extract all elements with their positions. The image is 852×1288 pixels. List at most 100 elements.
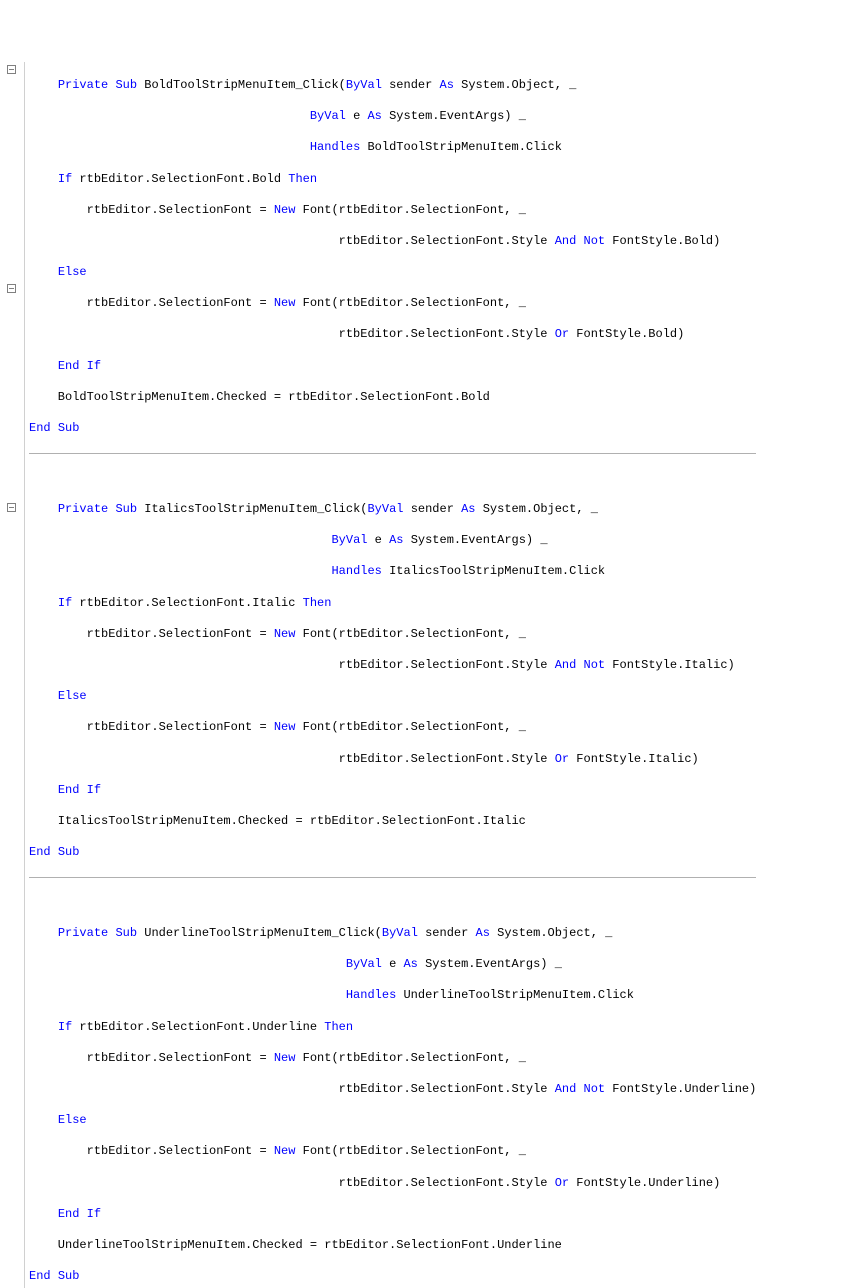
keyword: Or (555, 752, 569, 766)
keyword: New (274, 720, 296, 734)
code-text: UnderlineToolStripMenuItem.Click (396, 988, 634, 1002)
code-text: Font(rtbEditor.SelectionFont, _ (295, 1051, 525, 1065)
fold-toggle-icon[interactable] (7, 503, 16, 512)
keyword: Not (584, 1082, 606, 1096)
keyword: Handles (331, 564, 381, 578)
code-text (58, 533, 332, 547)
keyword: Or (555, 327, 569, 341)
code-text: rtbEditor.SelectionFont.Style (29, 1082, 555, 1096)
code-text: FontStyle.Underline) (569, 1176, 720, 1190)
code-line: Handles ItalicsToolStripMenuItem.Click (29, 564, 756, 580)
code-text (29, 596, 58, 610)
code-line: rtbEditor.SelectionFont = New Font(rtbEd… (29, 720, 756, 736)
keyword: Sub (58, 845, 80, 859)
keyword: New (274, 296, 296, 310)
keyword: Sub (58, 421, 80, 435)
keyword: New (274, 1051, 296, 1065)
keyword: As (440, 78, 454, 92)
code-text: rtbEditor.SelectionFont = (29, 203, 274, 217)
code-line: Else (29, 689, 756, 705)
code-text: UnderlineToolStripMenuItem.Checked = rtb… (29, 1238, 562, 1252)
keyword: Then (303, 596, 332, 610)
code-text: Font(rtbEditor.SelectionFont, _ (295, 720, 525, 734)
code-text: Font(rtbEditor.SelectionFont, _ (295, 296, 525, 310)
code-line: Handles UnderlineToolStripMenuItem.Click (29, 988, 756, 1004)
code-text: System.Object, _ (454, 78, 576, 92)
code-text: Font(rtbEditor.SelectionFont, _ (295, 627, 525, 641)
keyword: Sub (115, 502, 137, 516)
fold-toggle-icon[interactable] (7, 284, 16, 293)
code-line: Private Sub UnderlineToolStripMenuItem_C… (29, 926, 756, 942)
keyword: And (555, 658, 577, 672)
code-text: Font(rtbEditor.SelectionFont, _ (295, 203, 525, 217)
method-separator (29, 877, 756, 878)
code-text: BoldToolStripMenuItem.Click (360, 140, 562, 154)
fold-toggle-icon[interactable] (7, 65, 16, 74)
code-text: FontStyle.Italic) (605, 658, 735, 672)
code-line: rtbEditor.SelectionFont = New Font(rtbEd… (29, 1051, 756, 1067)
keyword: End (58, 359, 80, 373)
code-line: End If (29, 359, 756, 375)
code-text: rtbEditor.SelectionFont.Style (29, 752, 555, 766)
keyword: Sub (58, 1269, 80, 1283)
code-line: ByVal e As System.EventArgs) _ (29, 957, 756, 973)
code-text: rtbEditor.SelectionFont.Style (29, 658, 555, 672)
code-text: FontStyle.Italic) (569, 752, 699, 766)
code-line: rtbEditor.SelectionFont.Style Or FontSty… (29, 752, 756, 768)
code-text (29, 783, 58, 797)
code-content[interactable]: Private Sub BoldToolStripMenuItem_Click(… (25, 62, 756, 1288)
code-line: rtbEditor.SelectionFont.Style And Not Fo… (29, 234, 756, 250)
code-text: rtbEditor.SelectionFont.Italic (72, 596, 302, 610)
keyword: And (555, 234, 577, 248)
code-text: System.EventArgs) _ (418, 957, 562, 971)
keyword: As (461, 502, 475, 516)
keyword: Else (58, 265, 87, 279)
code-text: e (367, 533, 389, 547)
keyword: Handles (310, 140, 360, 154)
code-text: rtbEditor.SelectionFont.Style (29, 327, 555, 341)
code-text: UnderlineToolStripMenuItem_Click( (137, 926, 382, 940)
keyword: If (87, 783, 101, 797)
keyword: End (29, 421, 51, 435)
keyword: Not (584, 658, 606, 672)
code-text: BoldToolStripMenuItem.Checked = rtbEdito… (29, 390, 490, 404)
method-separator (29, 453, 756, 454)
keyword: And (555, 1082, 577, 1096)
code-text: rtbEditor.SelectionFont.Underline (72, 1020, 324, 1034)
keyword: Then (288, 172, 317, 186)
code-text: rtbEditor.SelectionFont = (29, 296, 274, 310)
keyword: Else (58, 689, 87, 703)
code-line: Else (29, 265, 756, 281)
code-line: If rtbEditor.SelectionFont.Bold Then (29, 172, 756, 188)
code-line: ItalicsToolStripMenuItem.Checked = rtbEd… (29, 814, 756, 830)
code-line: rtbEditor.SelectionFont = New Font(rtbEd… (29, 296, 756, 312)
code-line: If rtbEditor.SelectionFont.Underline The… (29, 1020, 756, 1036)
keyword: If (87, 1207, 101, 1221)
code-text: rtbEditor.SelectionFont.Style (29, 1176, 555, 1190)
code-line: ByVal e As System.EventArgs) _ (29, 533, 756, 549)
code-line: Handles BoldToolStripMenuItem.Click (29, 140, 756, 156)
code-line: End Sub (29, 845, 756, 861)
code-line: rtbEditor.SelectionFont = New Font(rtbEd… (29, 1144, 756, 1160)
keyword: ByVal (310, 109, 346, 123)
code-text (29, 359, 58, 373)
keyword: Sub (115, 78, 137, 92)
code-text: System.EventArgs) _ (382, 109, 526, 123)
code-text: rtbEditor.SelectionFont = (29, 720, 274, 734)
code-line: Private Sub BoldToolStripMenuItem_Click(… (29, 78, 756, 94)
code-text: e (346, 109, 368, 123)
keyword: If (58, 596, 72, 610)
code-line: rtbEditor.SelectionFont.Style And Not Fo… (29, 1082, 756, 1098)
keyword: If (58, 1020, 72, 1034)
keyword: Private (58, 78, 108, 92)
code-text: System.EventArgs) _ (404, 533, 548, 547)
code-line: rtbEditor.SelectionFont = New Font(rtbEd… (29, 203, 756, 219)
keyword: Else (58, 1113, 87, 1127)
keyword: End (29, 1269, 51, 1283)
code-editor: Private Sub BoldToolStripMenuItem_Click(… (0, 62, 852, 1288)
code-text (58, 988, 346, 1002)
code-line: End If (29, 1207, 756, 1223)
code-line: If rtbEditor.SelectionFont.Italic Then (29, 596, 756, 612)
code-text: ItalicsToolStripMenuItem.Click (382, 564, 605, 578)
code-text (58, 140, 310, 154)
